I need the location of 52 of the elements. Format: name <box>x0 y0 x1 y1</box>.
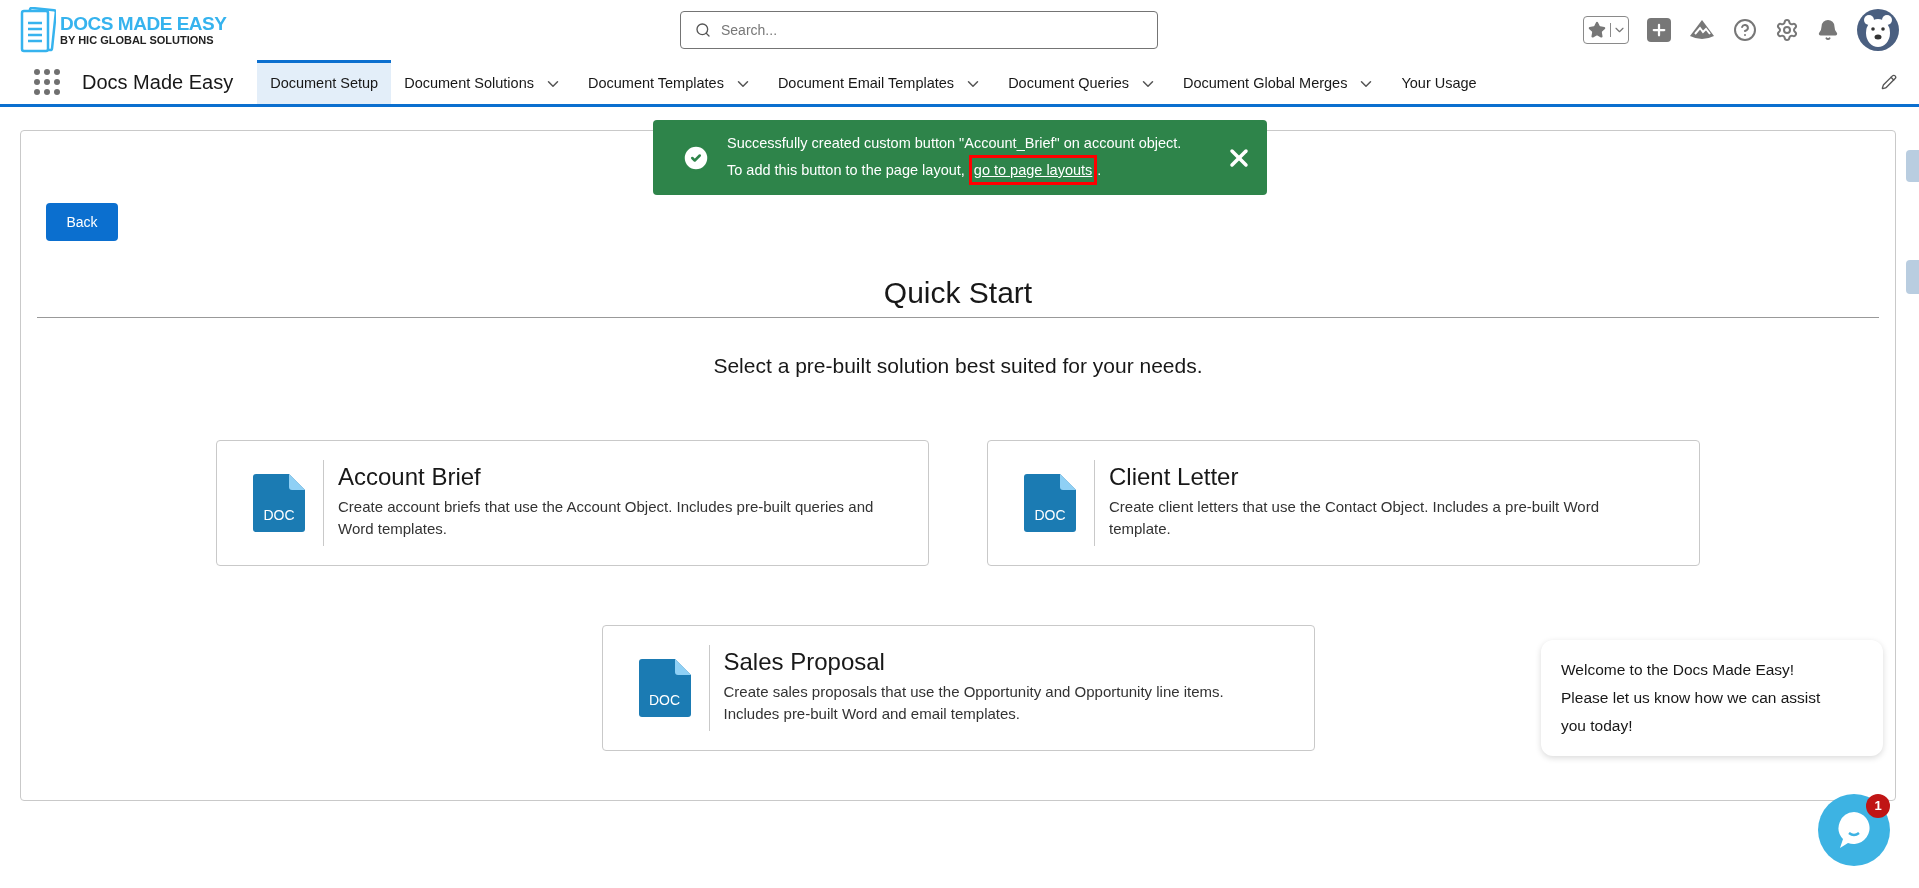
add-button[interactable] <box>1647 18 1671 42</box>
logo-title: DOCS MADE EASY <box>60 14 227 33</box>
app-launcher-icon[interactable] <box>34 69 60 95</box>
favorites-button[interactable] <box>1583 16 1629 44</box>
page-layouts-link[interactable]: go to page layouts <box>968 154 1098 185</box>
card-description: Create client letters that use the Contact Object. Includes a pre-built Word template. <box>1109 496 1600 539</box>
help-icon[interactable] <box>1733 18 1757 42</box>
page-subtitle: Select a pre-built solution best suited for your needs. <box>712 353 1204 379</box>
chat-message: Welcome to the Docs Made Easy! Please let us know how we can assist you today! <box>1541 640 1883 756</box>
avatar-icon[interactable] <box>1857 9 1899 51</box>
card-description: Create sales proposals that use the Opportunity and Opportunity line items. Includes pre-built Word and email templates. <box>723 681 1225 724</box>
page-title: Quick Start <box>883 275 1033 311</box>
chat-bubble-icon <box>1837 811 1871 849</box>
nav-tab[interactable]: Document Templates <box>574 60 765 104</box>
back-button[interactable]: Back <box>46 203 118 241</box>
doc-file-icon <box>638 658 691 717</box>
toast-message: Successfully created custom button "Account_Brief" on account object. <box>727 133 1182 153</box>
star-icon <box>1588 21 1606 39</box>
nav-tab[interactable]: Your Usage <box>1388 60 1490 104</box>
nav-tab[interactable]: Document Solutions <box>391 60 575 104</box>
notification-badge: 1 <box>1866 794 1890 818</box>
solution-card[interactable]: DOC Sales Proposal Create sales proposals that use the Opportunity and Opportunity line items. Includes pre-built Word and email templates. <box>601 624 1315 751</box>
settings-icon[interactable] <box>1775 18 1799 42</box>
toast-message: To add this button to the page layout, <box>727 160 965 180</box>
search-field[interactable]: Search... <box>680 11 1158 49</box>
solution-card[interactable]: DOC Client Letter Create client letters that use the Contact Object. Includes a pre-built Word template. <box>987 439 1700 566</box>
doc-file-icon <box>1024 473 1076 532</box>
search-input[interactable]: Search... <box>721 19 1143 41</box>
doc-file-icon <box>253 473 305 532</box>
icon-label: DOC <box>647 692 682 707</box>
logo-subtitle: BY HIC GLOBAL SOLUTIONS <box>60 35 215 46</box>
edit-icon[interactable] <box>1881 74 1897 90</box>
search-icon <box>695 22 711 38</box>
side-handle[interactable] <box>1906 150 1919 182</box>
solution-card[interactable]: DOC Account Brief Create account briefs that use the Account Object. Includes pre-built queries and Word templates. <box>216 439 929 566</box>
card-title: Client Letter <box>1109 461 1240 492</box>
mountain-icon[interactable] <box>1689 19 1715 41</box>
nav-tab[interactable]: Document Email Templates <box>764 60 996 104</box>
toast-punctuation: . <box>1097 160 1102 180</box>
app-name: Docs Made Easy <box>82 70 234 95</box>
card-title: Sales Proposal <box>723 646 886 677</box>
card-description: Create account briefs that use the Account Object. Includes pre-built queries and Word templates. <box>338 496 875 539</box>
nav-tab[interactable]: Document Setup <box>257 60 392 104</box>
document-logo-icon <box>20 7 56 53</box>
nav-tab[interactable]: Document Queries <box>995 60 1170 104</box>
plus-icon <box>1650 21 1668 39</box>
icon-label: DOC <box>1033 507 1067 522</box>
icon-label: DOC <box>262 507 296 522</box>
bell-icon[interactable] <box>1817 19 1839 41</box>
card-title: Account Brief <box>338 461 482 492</box>
nav-tab[interactable]: Document Global Merges <box>1170 60 1389 104</box>
side-handle[interactable] <box>1906 260 1919 294</box>
